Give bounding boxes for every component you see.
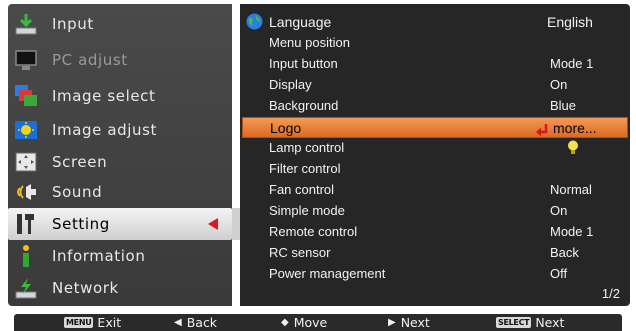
move-arrows-icon: ◆	[281, 317, 289, 328]
row-lamp-control[interactable]: Lamp control	[240, 137, 630, 158]
row-display[interactable]: Display On	[240, 74, 630, 95]
menu-item-label: PC adjust	[52, 51, 128, 69]
select-key-icon: SELECT	[496, 317, 532, 328]
menu-item-image-adjust[interactable]: Image adjust	[8, 114, 232, 146]
menu-item-label: Image adjust	[52, 121, 158, 139]
row-fan-control[interactable]: Fan control Normal	[240, 179, 630, 200]
row-background[interactable]: Background Blue	[240, 95, 630, 116]
row-name: RC sensor	[269, 245, 331, 260]
row-name: Remote control	[269, 224, 358, 239]
input-icon	[14, 12, 38, 36]
row-value: Mode 1	[550, 224, 594, 239]
main-menu: Input PC adjust Image select Image adjus…	[8, 4, 232, 306]
menu-item-label: Screen	[52, 153, 108, 171]
back-label: Back	[186, 315, 218, 330]
move-label: Move	[293, 315, 328, 330]
next-hint[interactable]: ▶ Next	[388, 315, 430, 330]
row-name: Logo	[270, 119, 302, 136]
row-value: On	[550, 203, 568, 218]
image-select-icon	[14, 84, 38, 108]
row-value: Mode 1	[550, 56, 594, 71]
menu-item-pc-adjust[interactable]: PC adjust	[8, 44, 232, 76]
exit-hint[interactable]: MENU Exit	[64, 315, 121, 330]
menu-item-information[interactable]: Information	[8, 240, 232, 272]
row-name: Fan control	[269, 182, 335, 197]
exit-label: Exit	[97, 315, 122, 330]
menu-item-label: Image select	[52, 87, 156, 105]
setting-submenu: Language English Menu position Input but…	[240, 4, 630, 306]
next-arrow-icon: ▶	[388, 317, 396, 328]
row-filter-control[interactable]: Filter control	[240, 158, 630, 179]
row-name: Input button	[269, 56, 338, 71]
select-next-label: Next	[535, 315, 565, 330]
menu-item-setting[interactable]: Setting	[8, 208, 232, 240]
row-rc-sensor[interactable]: RC sensor Back	[240, 242, 630, 263]
row-name: Menu position	[269, 35, 350, 50]
image-adjust-icon	[14, 118, 38, 142]
lamp-bulb-icon	[567, 140, 579, 155]
row-value: Off	[550, 266, 568, 281]
selected-arrow-icon	[208, 218, 218, 230]
row-simple-mode[interactable]: Simple mode On	[240, 200, 630, 221]
row-power-management[interactable]: Power management Off	[240, 263, 630, 284]
row-value: Back	[550, 245, 579, 260]
sound-icon	[14, 180, 38, 204]
help-bar: MENU Exit ◀ Back ◆ Move ▶ Next SELECT Ne…	[14, 314, 622, 331]
menu-item-input[interactable]: Input	[8, 8, 232, 40]
row-value: more...	[553, 119, 597, 136]
row-menu-position[interactable]: Menu position	[240, 32, 630, 53]
row-name: Background	[269, 98, 339, 113]
menu-key-icon: MENU	[64, 317, 94, 328]
selected-tab-connector	[232, 208, 240, 240]
menu-item-screen[interactable]: Screen	[8, 146, 232, 178]
pc-adjust-icon	[14, 48, 38, 72]
row-name: Language	[269, 13, 332, 30]
menu-item-label: Information	[52, 247, 146, 265]
row-name: Display	[269, 77, 312, 92]
row-value: Blue	[550, 98, 577, 113]
back-hint[interactable]: ◀ Back	[174, 315, 217, 330]
row-logo[interactable]: Logo more...	[242, 117, 628, 138]
menu-item-label: Setting	[52, 215, 110, 233]
row-input-button[interactable]: Input button Mode 1	[240, 53, 630, 74]
setting-icon	[14, 212, 38, 236]
menu-item-label: Input	[52, 15, 94, 33]
row-name: Filter control	[269, 161, 341, 176]
menu-item-image-select[interactable]: Image select	[8, 80, 232, 112]
network-icon	[14, 276, 38, 300]
screen-icon	[14, 150, 38, 174]
menu-item-sound[interactable]: Sound	[8, 176, 232, 208]
enter-arrow-icon	[535, 122, 549, 137]
menu-item-label: Network	[52, 279, 119, 297]
menu-item-label: Sound	[52, 183, 103, 201]
information-icon	[14, 244, 38, 268]
row-value: English	[547, 13, 593, 30]
row-value: Normal	[550, 182, 592, 197]
back-arrow-icon: ◀	[174, 317, 182, 328]
row-language[interactable]: Language English	[240, 11, 630, 32]
next-label: Next	[400, 315, 430, 330]
select-next-hint[interactable]: SELECT Next	[496, 315, 564, 330]
move-hint[interactable]: ◆ Move	[281, 315, 327, 330]
row-name: Simple mode	[269, 203, 345, 218]
row-name: Lamp control	[269, 140, 345, 155]
row-value: On	[550, 77, 568, 92]
row-remote-control[interactable]: Remote control Mode 1	[240, 221, 630, 242]
row-name: Power management	[269, 266, 386, 281]
page-indicator: 1/2	[601, 286, 620, 301]
menu-item-network[interactable]: Network	[8, 272, 232, 304]
globe-icon	[246, 13, 263, 30]
